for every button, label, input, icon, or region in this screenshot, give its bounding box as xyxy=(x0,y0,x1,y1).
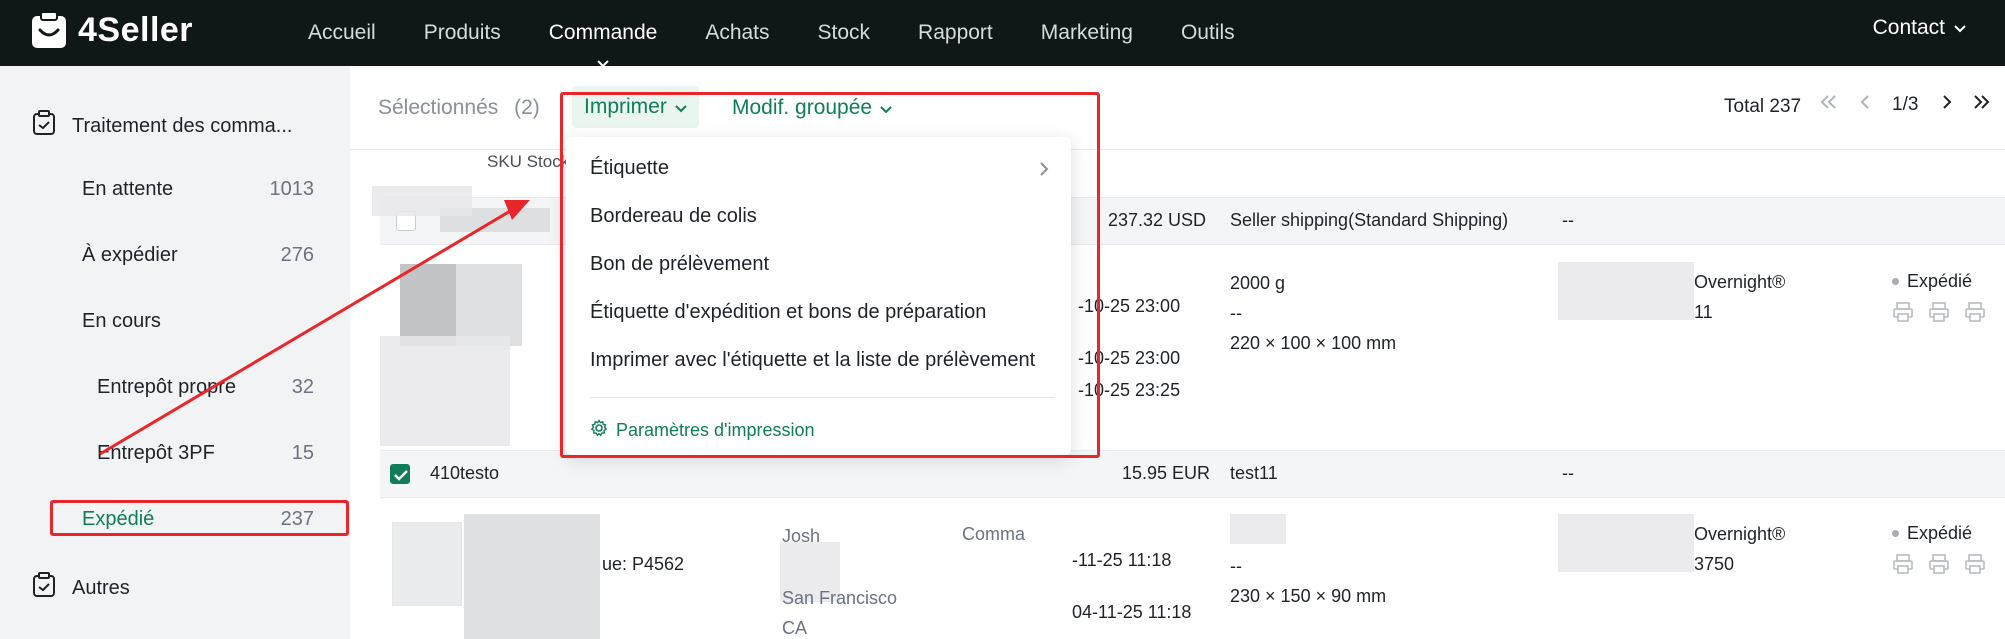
annotation-arrow xyxy=(99,200,530,456)
